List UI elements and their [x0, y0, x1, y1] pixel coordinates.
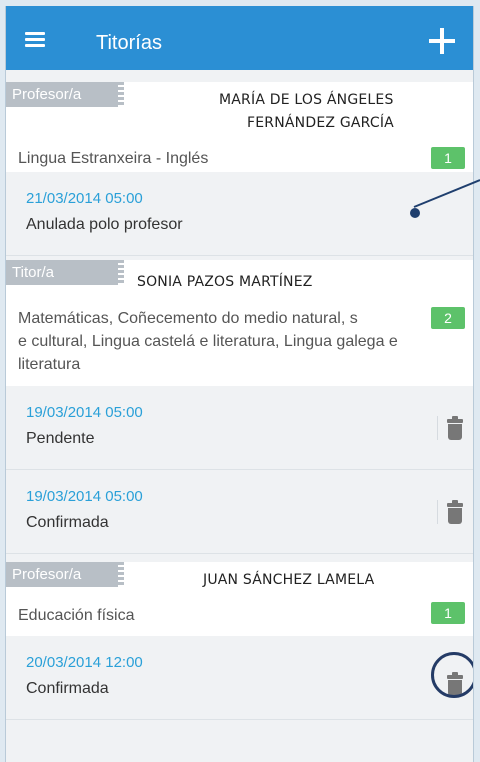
annotation-arrow: [413, 179, 480, 208]
